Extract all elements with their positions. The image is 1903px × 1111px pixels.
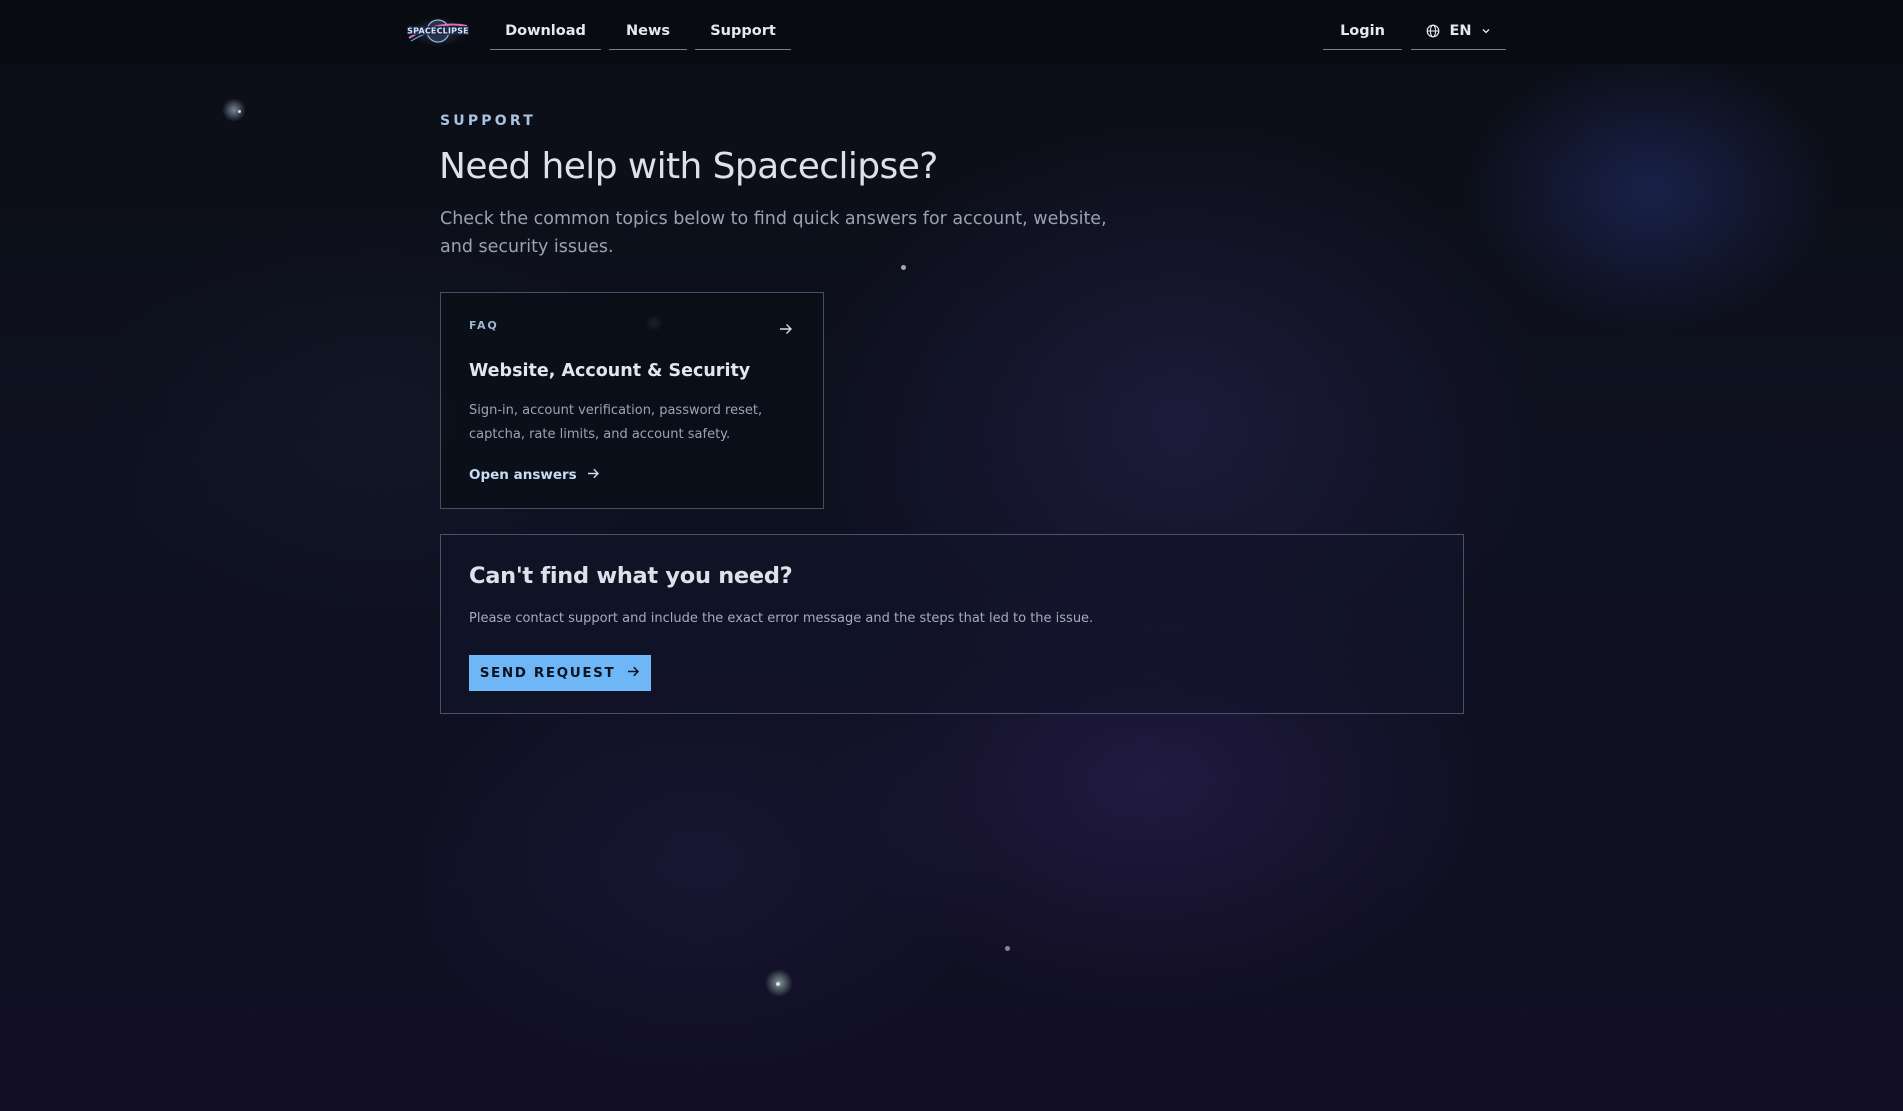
globe-icon [1426,24,1440,38]
faq-card-description: Sign-in, account verification, password … [469,403,763,442]
send-request-button[interactable]: SEND REQUEST [469,655,651,691]
send-request-label: SEND REQUEST [479,665,616,681]
star [238,110,241,113]
page-title: Need help with Spaceclipse? [439,146,938,187]
nav-download[interactable]: Download [490,12,601,50]
star [776,982,780,986]
nav-news[interactable]: News [609,12,687,50]
faq-card[interactable]: FAQ Website, Account & Security Sign-in,… [440,292,824,509]
open-answers-label: Open answers [469,467,577,483]
star-glow [222,98,246,122]
contact-support-box: Can't find what you need? Please contact… [440,534,1464,714]
arrow-right-icon [587,467,600,483]
language-selector[interactable]: EN [1411,12,1506,50]
logo-icon: SPACECLIPSE [407,16,469,48]
language-selected-value: EN [1449,22,1472,39]
contact-description: Please contact support and include the e… [469,611,1094,626]
spaceclipse-logo[interactable]: SPACECLIPSE [403,12,473,50]
faq-tag: FAQ [469,319,499,332]
svg-text:SPACECLIPSE: SPACECLIPSE [407,27,469,36]
arrow-right-icon [627,665,640,681]
star [901,265,906,270]
chevron-down-icon [1481,26,1491,36]
nav-support[interactable]: Support [695,12,791,50]
section-eyebrow: SUPPORT [440,113,536,129]
top-navigation-bar: SPACECLIPSE Download News Support Login … [0,0,1903,64]
star [1005,946,1010,951]
arrow-right-icon [779,320,793,339]
contact-title: Can't find what you need? [469,563,793,589]
open-answers-link[interactable]: Open answers [469,467,600,483]
page-subtitle: Check the common topics below to find qu… [440,209,1107,257]
faq-card-title: Website, Account & Security [469,361,751,381]
login-link[interactable]: Login [1323,12,1402,50]
